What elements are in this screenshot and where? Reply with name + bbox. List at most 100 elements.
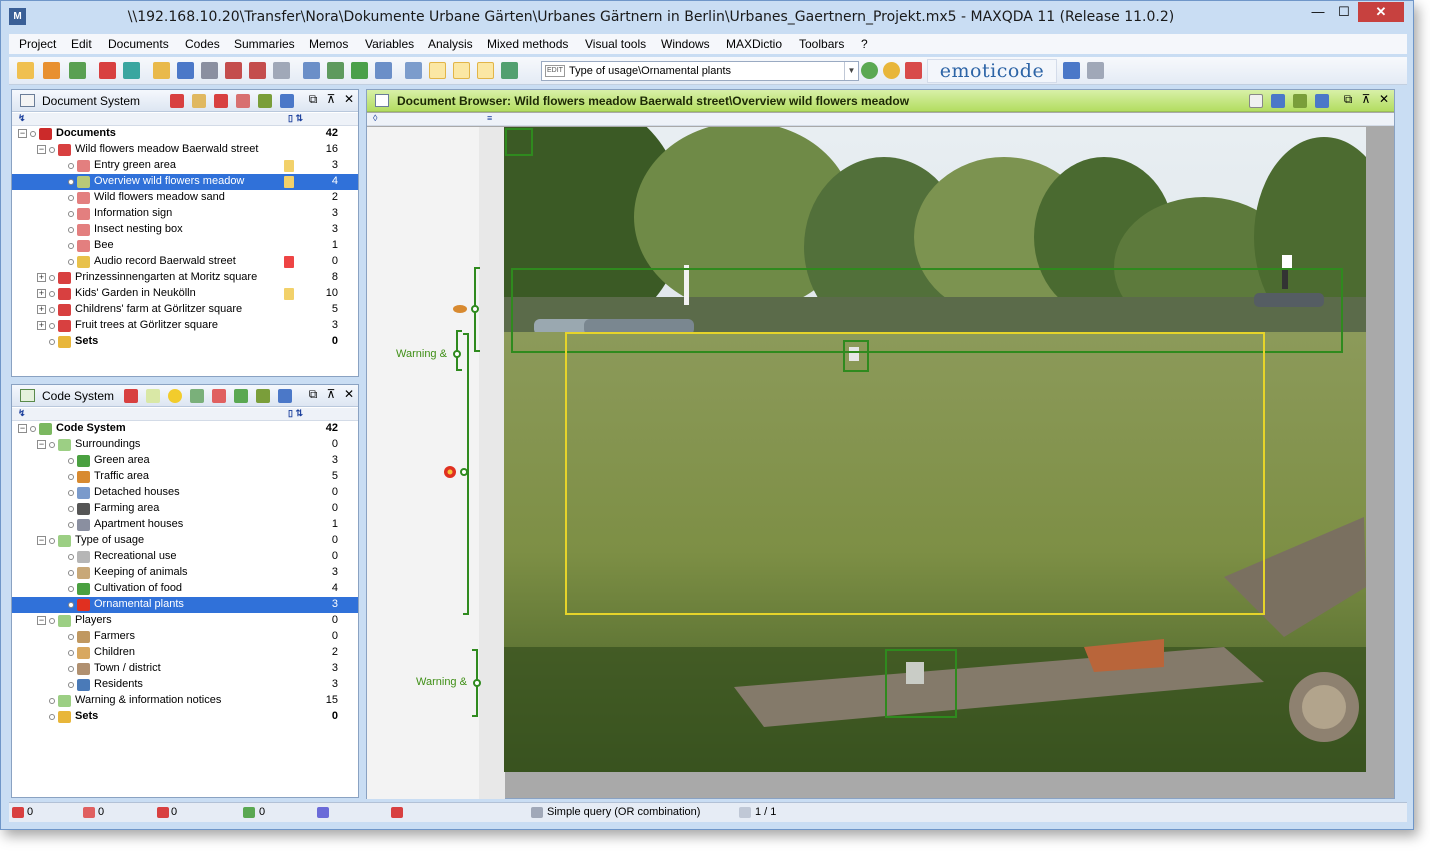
code-favorites-icon[interactable] <box>190 389 204 403</box>
menu-analysis[interactable]: Analysis <box>428 37 473 51</box>
undock-icon[interactable]: ⧉ <box>306 92 320 107</box>
code-code[interactable]: − Surroundings 0 <box>12 437 358 453</box>
memo-icon[interactable] <box>284 160 294 172</box>
activation-dot[interactable] <box>68 195 74 201</box>
activation-dot[interactable] <box>68 259 74 265</box>
chevron-down-icon[interactable]: ▼ <box>844 62 858 80</box>
activation-dot[interactable] <box>68 211 74 217</box>
activation-dot[interactable] <box>49 291 55 297</box>
emoticode-button[interactable]: emoticode <box>927 59 1057 83</box>
activation-dot[interactable] <box>68 474 74 480</box>
document-document-group[interactable]: + Prinzessinnengarten at Moritz square 8 <box>12 270 358 286</box>
maximize-panel-icon[interactable]: ⊼ <box>1359 92 1373 106</box>
activation-dot[interactable] <box>68 650 74 656</box>
menu-toolbars[interactable]: Toolbars <box>799 37 844 51</box>
document-image[interactable] <box>504 127 1366 772</box>
table-icon[interactable] <box>303 62 320 79</box>
document-document[interactable]: Insect nesting box 3 <box>12 222 358 238</box>
document-browser-toggle-icon[interactable] <box>429 62 446 79</box>
export-icon[interactable] <box>1271 94 1285 108</box>
activation-dot[interactable] <box>68 179 74 185</box>
symbol-code-icon[interactable] <box>1087 62 1104 79</box>
code-code[interactable]: Farmers 0 <box>12 629 358 645</box>
activate-codes-icon[interactable] <box>124 389 138 403</box>
close-button[interactable]: ✕ <box>1358 2 1404 22</box>
import-icon[interactable] <box>236 94 250 108</box>
maximize-panel-icon[interactable]: ⊼ <box>324 92 338 106</box>
undock-icon[interactable]: ⧉ <box>306 387 320 402</box>
code-code[interactable]: Warning & information notices 15 <box>12 693 358 709</box>
maximize-panel-icon[interactable]: ⊼ <box>324 387 338 401</box>
highlight-icon[interactable] <box>883 62 900 79</box>
activation-dot[interactable] <box>68 682 74 688</box>
sort-icon[interactable]: ↯ <box>18 113 26 124</box>
activation-dot[interactable] <box>49 339 55 345</box>
search-documents-icon[interactable] <box>280 94 294 108</box>
code-code[interactable]: Traffic area 5 <box>12 469 358 485</box>
activation-dot[interactable] <box>68 243 74 249</box>
activation-dot[interactable] <box>68 586 74 592</box>
menu-project[interactable]: Project <box>19 37 56 51</box>
filter-icon[interactable] <box>201 62 218 79</box>
activation-dot[interactable] <box>30 426 36 432</box>
sort-icon[interactable]: ↯ <box>18 408 26 419</box>
code-variables-icon[interactable] <box>375 62 392 79</box>
document-documents-root[interactable]: − Documents 42 <box>12 126 358 142</box>
memo-icon[interactable] <box>284 256 294 268</box>
code-code-system-root[interactable]: − Code System 42 <box>12 421 358 437</box>
activation-dot[interactable] <box>68 227 74 233</box>
menu-visual-tools[interactable]: Visual tools <box>585 37 646 51</box>
menu-maxdictio[interactable]: MAXDictio <box>726 37 782 51</box>
code-export-icon[interactable] <box>212 389 226 403</box>
code-code[interactable]: Green area 3 <box>12 453 358 469</box>
chart-icon[interactable] <box>351 62 368 79</box>
code-code[interactable]: Keeping of animals 3 <box>12 565 358 581</box>
search-codes-icon[interactable] <box>278 389 292 403</box>
activation-dot[interactable] <box>68 522 74 528</box>
reset-activation-icon[interactable] <box>123 62 140 79</box>
menu-variables[interactable]: Variables <box>365 37 414 51</box>
code-code[interactable]: − Type of usage 0 <box>12 533 358 549</box>
code-code[interactable]: Recreational use 0 <box>12 549 358 565</box>
activation-dot[interactable] <box>68 490 74 496</box>
text-code-icon[interactable] <box>1063 62 1080 79</box>
code-relations-icon[interactable] <box>249 62 266 79</box>
collapse-icon[interactable]: − <box>37 536 46 545</box>
collapse-icon[interactable]: − <box>37 440 46 449</box>
code-code[interactable]: Farming area 0 <box>12 501 358 517</box>
print-icon[interactable] <box>1249 94 1263 108</box>
column-icon[interactable]: ▯ ⇅ <box>288 408 303 419</box>
overview-icon[interactable] <box>273 62 290 79</box>
emoticon-icon[interactable] <box>168 389 182 403</box>
document-document[interactable]: Bee 1 <box>12 238 358 254</box>
activation-dot[interactable] <box>68 554 74 560</box>
close-panel-icon[interactable]: ✕ <box>1377 92 1391 106</box>
activation-dot[interactable] <box>68 634 74 640</box>
code-link-icon[interactable] <box>234 389 248 403</box>
menu-windows[interactable]: Windows <box>661 37 710 51</box>
menu-edit[interactable]: Edit <box>71 37 92 51</box>
filter-browser-icon[interactable] <box>1293 94 1307 108</box>
close-panel-icon[interactable]: ✕ <box>342 387 356 401</box>
code-code[interactable]: Apartment houses 1 <box>12 517 358 533</box>
collapse-icon[interactable]: − <box>18 129 27 138</box>
new-project-icon[interactable] <box>17 62 34 79</box>
menu-memos[interactable]: Memos <box>309 37 348 51</box>
document-document-group[interactable]: + Kids' Garden in Neukölln 10 <box>12 286 358 302</box>
code-code[interactable]: Detached houses 0 <box>12 485 358 501</box>
minimize-button[interactable]: — <box>1305 2 1331 22</box>
column-icon[interactable]: ▯ ⇅ <box>288 113 303 124</box>
activation-dot[interactable] <box>49 714 55 720</box>
menu-help[interactable]: ? <box>861 37 868 51</box>
code-code[interactable]: Cultivation of food 4 <box>12 581 358 597</box>
activation-dot[interactable] <box>49 275 55 281</box>
new-code-icon[interactable] <box>146 389 160 403</box>
code-system-toggle-icon[interactable] <box>453 62 470 79</box>
search-browser-icon[interactable] <box>1315 94 1329 108</box>
close-panel-icon[interactable]: ✕ <box>342 92 356 106</box>
document-sets[interactable]: Sets 0 <box>12 334 358 350</box>
undock-icon[interactable]: ⧉ <box>1341 92 1355 107</box>
weight-filter-icon[interactable] <box>317 807 329 818</box>
memo-icon[interactable] <box>284 176 294 188</box>
menu-codes[interactable]: Codes <box>185 37 220 51</box>
